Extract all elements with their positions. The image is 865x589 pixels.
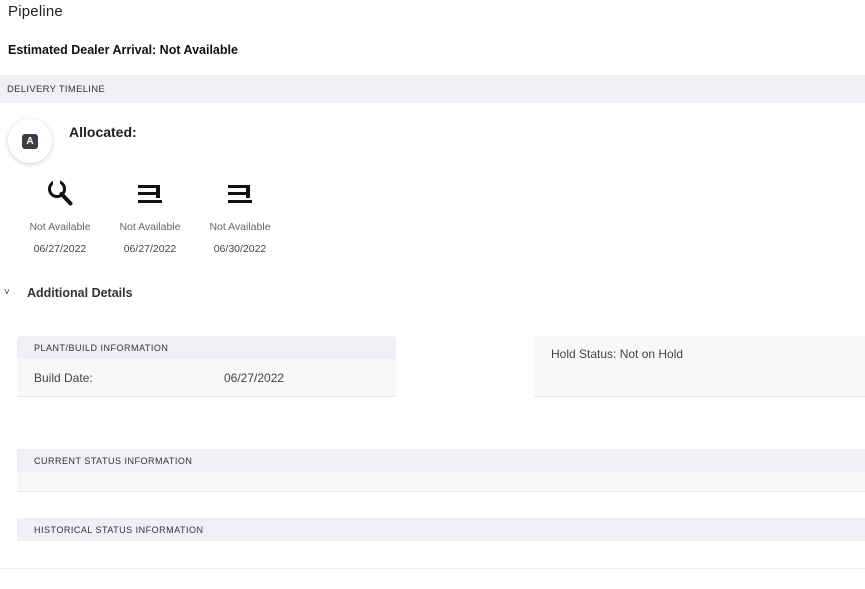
plant-build-header: PLANT/BUILD INFORMATION: [17, 336, 396, 359]
train-icon: [138, 185, 162, 203]
hold-status-text: Hold Status: Not on Hold: [551, 347, 684, 361]
timeline-step: Not Available 06/30/2022: [195, 179, 285, 255]
current-status-header: CURRENT STATUS INFORMATION: [17, 449, 865, 472]
timeline-step: Not Available 06/27/2022: [105, 179, 195, 255]
wrench-icon: [48, 179, 73, 206]
train-icon: [228, 185, 252, 203]
historical-status-card: HISTORICAL STATUS INFORMATION: [17, 518, 865, 541]
step-date: 06/27/2022: [123, 243, 177, 255]
step-status: Not Available: [209, 221, 271, 233]
plant-build-card: PLANT/BUILD INFORMATION Build Date: 06/2…: [17, 336, 396, 397]
step-date: 06/27/2022: [33, 243, 87, 255]
chevron-down-icon[interactable]: ˅: [4, 287, 10, 298]
step-status: Not Available: [119, 221, 181, 233]
additional-details-toggle[interactable]: Additional Details: [27, 286, 133, 300]
current-status-body: [17, 472, 865, 492]
estimated-dealer-arrival: Estimated Dealer Arrival: Not Available: [8, 43, 238, 57]
step-date: 06/30/2022: [213, 243, 267, 255]
current-status-card: CURRENT STATUS INFORMATION: [17, 449, 865, 492]
plant-build-body: Build Date: 06/27/2022: [17, 359, 396, 397]
allocation-status-circle: A: [8, 119, 52, 163]
historical-status-header: HISTORICAL STATUS INFORMATION: [17, 518, 865, 541]
delivery-timeline-header: [0, 75, 865, 103]
divider: [0, 568, 865, 569]
build-date-label: Build Date:: [34, 371, 93, 385]
page-title: Pipeline: [8, 3, 63, 20]
allocation-badge: A: [22, 134, 38, 149]
timeline-step: Not Available 06/27/2022: [15, 179, 105, 255]
hold-status-card: Hold Status: Not on Hold: [534, 336, 865, 397]
step-status: Not Available: [29, 221, 91, 233]
build-date-value: 06/27/2022: [224, 371, 285, 385]
delivery-timeline-label: DELIVERY TIMELINE: [7, 84, 106, 95]
allocation-status-label: Allocated:: [69, 124, 137, 140]
